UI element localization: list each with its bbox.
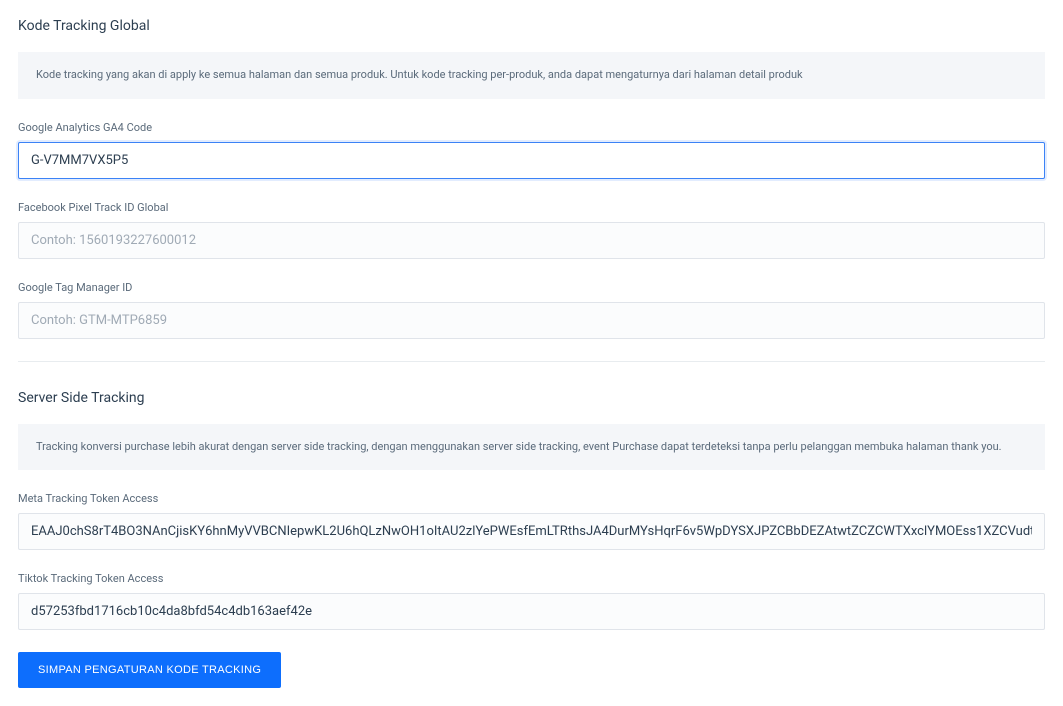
field-group-meta-token: Meta Tracking Token Access <box>18 492 1045 550</box>
info-box-global-tracking: Kode tracking yang akan di apply ke semu… <box>18 52 1045 99</box>
info-box-server-side-tracking: Tracking konversi purchase lebih akurat … <box>18 424 1045 471</box>
section-divider <box>18 361 1045 362</box>
label-meta-token: Meta Tracking Token Access <box>18 492 1045 505</box>
field-group-ga4: Google Analytics GA4 Code <box>18 121 1045 179</box>
input-ga4-code[interactable] <box>18 142 1045 179</box>
input-gtm-id[interactable] <box>18 302 1045 339</box>
field-group-gtm: Google Tag Manager ID <box>18 281 1045 339</box>
input-meta-token[interactable] <box>18 513 1045 550</box>
label-tiktok-token: Tiktok Tracking Token Access <box>18 572 1045 585</box>
section-title-global-tracking: Kode Tracking Global <box>18 18 1045 34</box>
input-fb-pixel-id[interactable] <box>18 222 1045 259</box>
label-gtm: Google Tag Manager ID <box>18 281 1045 294</box>
label-fb-pixel: Facebook Pixel Track ID Global <box>18 201 1045 214</box>
input-tiktok-token[interactable] <box>18 593 1045 630</box>
save-button[interactable]: SIMPAN PENGATURAN KODE TRACKING <box>18 652 281 688</box>
section-title-server-side-tracking: Server Side Tracking <box>18 390 1045 406</box>
field-group-tiktok-token: Tiktok Tracking Token Access <box>18 572 1045 630</box>
field-group-fb-pixel: Facebook Pixel Track ID Global <box>18 201 1045 259</box>
label-ga4: Google Analytics GA4 Code <box>18 121 1045 134</box>
